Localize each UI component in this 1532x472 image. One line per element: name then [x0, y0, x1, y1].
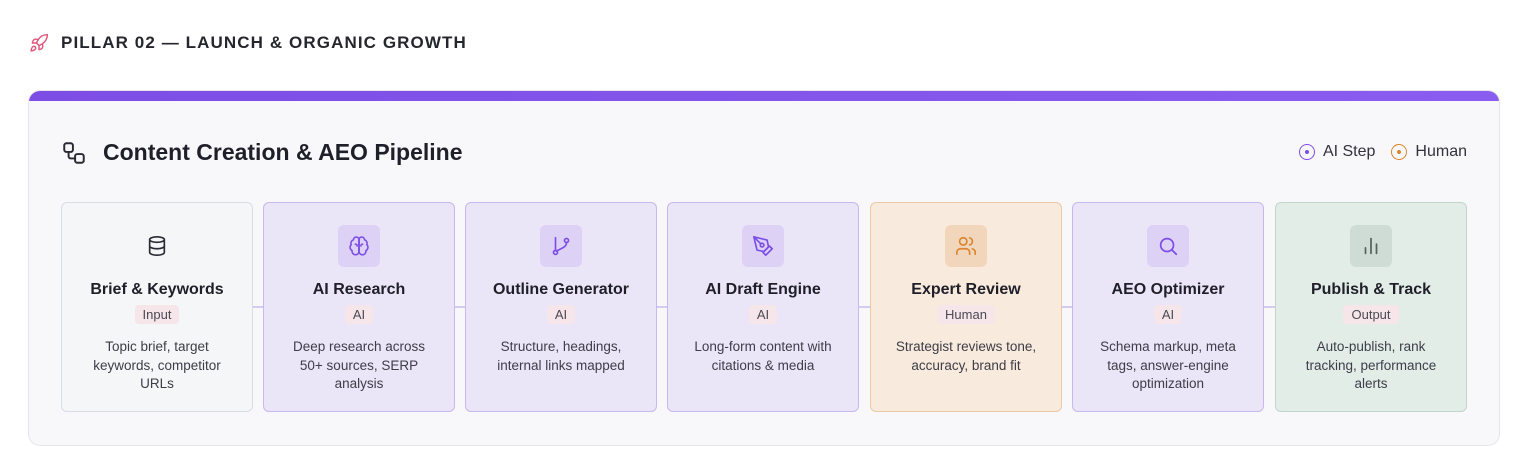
step-title: Expert Review: [911, 281, 1021, 298]
workflow-icon: [61, 140, 87, 166]
step-ai-research[interactable]: AI Research AI Deep research across 50+ …: [263, 202, 455, 412]
step-outline-generator[interactable]: Outline Generator AI Structure, headings…: [465, 202, 657, 412]
pipeline-steps: Brief & Keywords Input Topic brief, targ…: [61, 202, 1467, 412]
users-icon: [945, 225, 987, 267]
step-description: Schema markup, meta tags, answer-engine …: [1100, 339, 1236, 391]
legend-label-ai: AI Step: [1322, 143, 1376, 160]
step-description: Strategist reviews tone, accuracy, brand…: [895, 339, 1037, 373]
step-publish-track[interactable]: Publish & Track Output Auto-publish, ran…: [1275, 202, 1467, 412]
step-title: Brief & Keywords: [90, 281, 224, 298]
step-description: Long-form content with citations & media: [694, 339, 832, 373]
rocket-icon: [29, 33, 49, 53]
ai-step-dot-icon: [1298, 144, 1315, 160]
pillar-header: PILLAR 02 — LAUNCH & ORGANIC GROWTH: [29, 33, 467, 53]
bar-chart-icon: [1350, 225, 1392, 267]
pillar-title: PILLAR 02 — LAUNCH & ORGANIC GROWTH: [61, 33, 467, 52]
card-title: Content Creation & AEO Pipeline: [103, 139, 463, 165]
step-title: AI Research: [312, 281, 406, 298]
search-icon: [1147, 225, 1189, 267]
step-description: Deep research across 50+ sources, SERP a…: [292, 339, 426, 391]
step-description: Topic brief, target keywords, competitor…: [93, 339, 221, 391]
brain-icon: [338, 225, 380, 267]
pen-tool-icon: [742, 225, 784, 267]
step-title: AEO Optimizer: [1111, 281, 1225, 298]
git-branch-icon: [540, 225, 582, 267]
step-badge: Human: [937, 305, 995, 324]
pipeline-card: Content Creation & AEO Pipeline AI Step …: [28, 90, 1500, 446]
human-step-dot-icon: [1391, 144, 1408, 160]
step-title: Outline Generator: [492, 281, 630, 298]
card-accent-bar: [29, 91, 1499, 101]
legend-label-human: Human: [1415, 143, 1467, 160]
step-badge: AI: [1153, 305, 1183, 324]
step-expert-review[interactable]: Expert Review Human Strategist reviews t…: [870, 202, 1062, 412]
step-badge: AI: [344, 305, 374, 324]
legend: AI Step Human: [1298, 143, 1467, 161]
step-title: Publish & Track: [1310, 281, 1432, 298]
step-description: Auto-publish, rank tracking, performance…: [1305, 339, 1437, 391]
step-description: Structure, headings, internal links mapp…: [497, 339, 625, 373]
card-header: Content Creation & AEO Pipeline: [61, 139, 463, 166]
step-badge: AI: [748, 305, 778, 324]
step-ai-draft-engine[interactable]: AI Draft Engine AI Long-form content wit…: [667, 202, 859, 412]
database-icon: [136, 225, 178, 267]
step-badge: Output: [1343, 305, 1399, 324]
step-brief-keywords[interactable]: Brief & Keywords Input Topic brief, targ…: [61, 202, 253, 412]
step-title: AI Draft Engine: [705, 281, 821, 298]
step-aeo-optimizer[interactable]: AEO Optimizer AI Schema markup, meta tag…: [1072, 202, 1264, 412]
legend-item-human: Human: [1391, 143, 1467, 161]
legend-item-ai: AI Step: [1298, 143, 1376, 161]
step-badge: AI: [546, 305, 576, 324]
step-badge: Input: [134, 305, 180, 324]
